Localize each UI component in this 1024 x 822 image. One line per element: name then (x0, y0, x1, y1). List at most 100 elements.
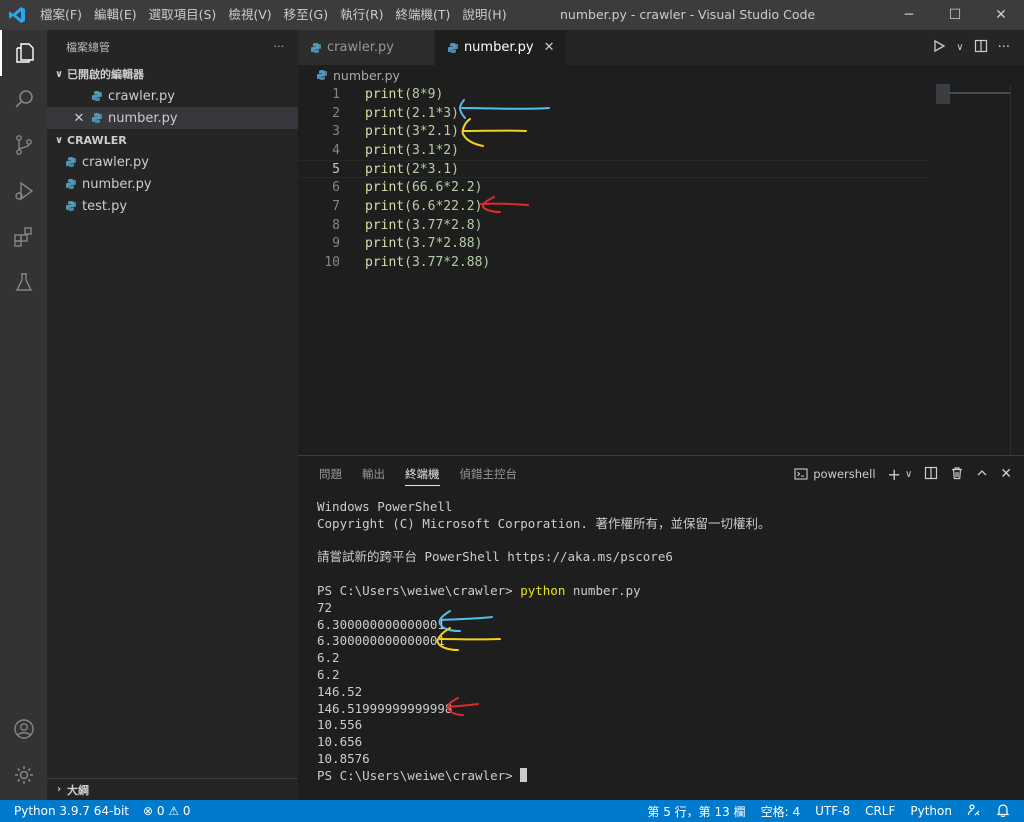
search-icon[interactable] (0, 76, 47, 122)
language-mode[interactable]: Python (910, 804, 952, 818)
terminal-prompt: PS C:\Users\weiwe\crawler> (317, 582, 521, 598)
terminal-output-line: 10.656 (317, 734, 363, 750)
chevron-down-icon: ∨ (54, 68, 64, 80)
crawler-folder-section[interactable]: ∨ CRAWLER (47, 129, 298, 151)
menu-edit[interactable]: 編輯(E) (88, 0, 143, 30)
close-window-button[interactable]: ✕ (978, 0, 1024, 30)
line-number: 10 (324, 255, 340, 271)
end-of-line[interactable]: CRLF (865, 804, 895, 818)
code-line: 4 print(3.1*2) (298, 141, 928, 160)
close-tab-button[interactable]: ✕ (544, 40, 555, 55)
trash-icon[interactable] (950, 466, 964, 483)
close-panel-icon[interactable]: ✕ (1000, 466, 1012, 482)
more-actions-icon[interactable]: ··· (998, 40, 1010, 55)
more-actions-button[interactable]: ··· (274, 40, 285, 53)
code-line: 10 print(3.77*2.88) (298, 253, 928, 272)
line-number: 3 (332, 124, 340, 140)
split-editor-icon[interactable] (974, 39, 988, 57)
menu-bar: 檔案(F) 編輯(E) 選取項目(S) 檢視(V) 移至(G) 執行(R) 終端… (34, 0, 513, 30)
tab-output[interactable]: 輸出 (352, 456, 395, 492)
terminal-shell-name: powershell (813, 467, 876, 481)
split-terminal-icon[interactable] (924, 466, 938, 483)
code-line: 3 print(3*2.1) (298, 122, 928, 141)
minimap[interactable] (936, 84, 950, 104)
menu-run[interactable]: 執行(R) (334, 0, 389, 30)
tab-problems[interactable]: 問題 (309, 456, 352, 492)
menu-go[interactable]: 移至(G) (278, 0, 334, 30)
maximize-button[interactable]: ☐ (932, 0, 978, 30)
open-editor-item[interactable]: ✕ number.py (47, 107, 298, 129)
code-function: print (365, 161, 405, 177)
chevron-down-icon[interactable]: ∨ (956, 42, 963, 53)
line-number: 4 (332, 142, 340, 158)
menu-view[interactable]: 檢視(V) (222, 0, 277, 30)
line-number: 5 (332, 161, 340, 177)
menu-help[interactable]: 說明(H) (456, 0, 512, 30)
indentation[interactable]: 空格: 4 (761, 803, 801, 820)
python-interpreter[interactable]: Python 3.9.7 64-bit (14, 804, 129, 818)
testing-icon[interactable] (0, 260, 47, 306)
file-item-crawler[interactable]: crawler.py (47, 151, 298, 173)
menu-terminal[interactable]: 終端機(T) (390, 0, 457, 30)
editor-scrollbar[interactable] (1010, 85, 1024, 455)
terminal-output-line: 146.52 (317, 683, 363, 699)
file-item-number[interactable]: number.py (47, 173, 298, 195)
cursor-position[interactable]: 第 5 行，第 13 欄 (647, 803, 745, 820)
open-editors-section[interactable]: ∨ 已開啟的編輯器 (47, 63, 298, 85)
code-line: 1 print(8*9) (298, 85, 928, 104)
tab-crawler[interactable]: crawler.py (298, 30, 435, 65)
terminal-output-line: 6.300000000000001 (317, 616, 445, 632)
tab-debug-console[interactable]: 偵錯主控台 (450, 456, 528, 492)
line-number: 1 (332, 86, 340, 102)
terminal-icon (794, 468, 808, 480)
line-number: 9 (332, 236, 340, 252)
feedback-icon[interactable] (967, 803, 981, 820)
problems-count[interactable]: ⊗ 0 ⚠ 0 (143, 804, 191, 818)
run-file-button[interactable] (932, 39, 946, 57)
terminal-selector[interactable]: powershell (794, 467, 876, 481)
account-icon[interactable] (0, 706, 47, 752)
code-editor[interactable]: 1 print(8*9) 2 print(2.1*3) 3 print(3*2.1) … (298, 85, 1024, 455)
bottom-panel: 問題 輸出 終端機 偵錯主控台 powershell + ∨ ✕ Windows… (298, 455, 1024, 800)
python-file-icon (91, 90, 103, 102)
file-name: number.py (82, 176, 152, 192)
menu-selection[interactable]: 選取項目(S) (143, 0, 223, 30)
python-file-icon (316, 69, 328, 81)
extensions-icon[interactable] (0, 214, 47, 260)
source-control-icon[interactable] (0, 122, 47, 168)
folder-label: CRAWLER (67, 133, 127, 147)
new-terminal-icon[interactable]: + (888, 465, 901, 484)
run-debug-icon[interactable] (0, 168, 47, 214)
notifications-bell-icon[interactable] (996, 803, 1010, 820)
terminal-cursor (520, 767, 528, 782)
terminal-output-line: 72 (317, 599, 333, 615)
python-file-icon (65, 156, 77, 168)
code-args: (3.1*2) (404, 142, 459, 158)
menu-file[interactable]: 檔案(F) (34, 0, 88, 30)
code-line: 6 print(66.6*2.2) (298, 179, 928, 198)
breadcrumb-file[interactable]: number.py (333, 68, 400, 83)
line-number: 7 (332, 199, 340, 215)
code-function: print (365, 180, 405, 196)
terminal-command-line: PS C:\Users\weiwe\crawler> python number… (317, 583, 770, 600)
maximize-panel-icon[interactable] (976, 467, 988, 482)
open-editor-item[interactable]: crawler.py (47, 85, 298, 107)
encoding[interactable]: UTF-8 (815, 804, 850, 818)
tab-number[interactable]: number.py ✕ (434, 30, 568, 65)
manage-gear-icon[interactable] (0, 752, 47, 798)
terminal-output[interactable]: Windows PowerShell Copyright (C) Microso… (317, 499, 770, 785)
breadcrumb: number.py (298, 65, 1024, 85)
chevron-down-icon[interactable]: ∨ (905, 469, 912, 480)
tab-terminal[interactable]: 終端機 (395, 456, 450, 492)
explorer-sidebar: 檔案總管 ··· ∨ 已開啟的編輯器 crawler.py ✕ number.p… (47, 30, 298, 800)
activity-bar (0, 30, 47, 800)
chevron-right-icon: › (56, 784, 62, 795)
code-args: (66.6*2.2) (404, 180, 483, 196)
editor-tabs: crawler.py number.py ✕ ∨ ··· (298, 30, 1024, 65)
minimize-button[interactable]: ─ (886, 0, 932, 30)
close-editor-button[interactable]: ✕ (71, 111, 87, 126)
file-item-test[interactable]: test.py (47, 195, 298, 217)
outline-section[interactable]: › 大綱 (47, 778, 298, 800)
explorer-icon[interactable] (0, 30, 47, 76)
